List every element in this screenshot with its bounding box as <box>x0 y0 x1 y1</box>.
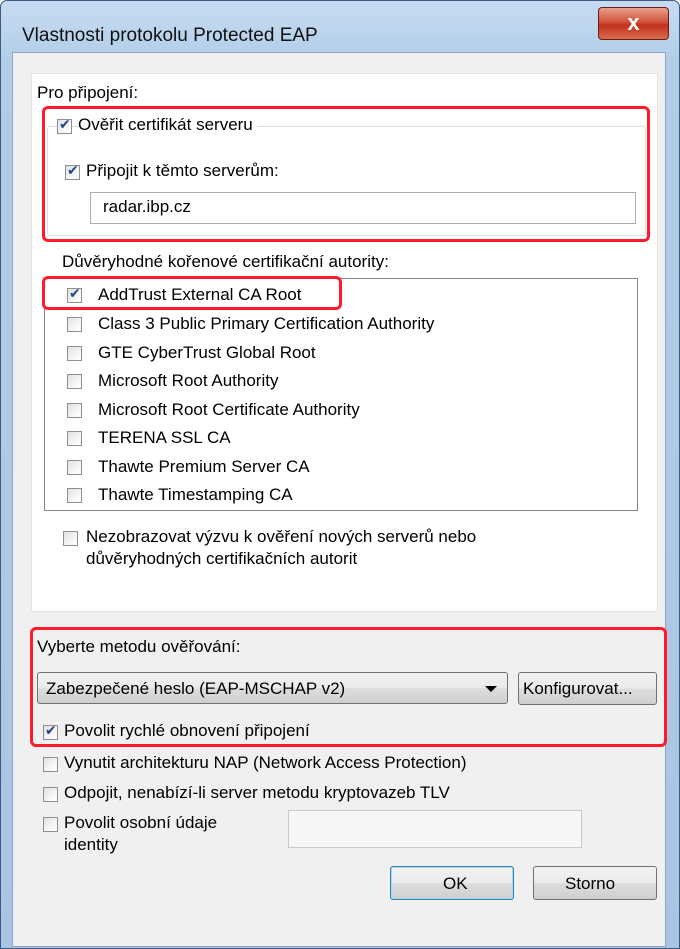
authority-checkbox[interactable] <box>67 317 82 332</box>
list-item[interactable]: GTE CyberTrust Global Root <box>45 339 637 367</box>
list-item[interactable]: Thawte Timestamping CA <box>45 481 637 509</box>
authority-checkbox[interactable] <box>67 488 82 503</box>
highlight-auth-method <box>30 627 667 747</box>
nap-checkbox[interactable] <box>43 757 58 772</box>
no-prompt-label-line2: důvěryhodných certifikačních autorit <box>86 549 358 568</box>
cancel-button[interactable]: Storno <box>533 866 657 900</box>
identity-privacy-checkbox[interactable] <box>43 817 58 832</box>
window-title: Vlastnosti protokolu Protected EAP <box>22 25 318 46</box>
authority-label: Thawte Premium Server CA <box>98 457 310 476</box>
close-button[interactable]: x <box>598 7 669 40</box>
identity-input[interactable] <box>288 810 582 848</box>
list-item[interactable]: Thawte Premium Server CA <box>45 453 637 481</box>
highlight-addtrust-root <box>42 276 342 310</box>
authority-checkbox[interactable] <box>67 431 82 446</box>
ok-button-label: OK <box>443 874 468 893</box>
no-prompt-label-line1: Nezobrazovat výzvu k ověření nových serv… <box>86 527 477 546</box>
authority-checkbox[interactable] <box>67 346 82 361</box>
authority-checkbox[interactable] <box>67 460 82 475</box>
identity-privacy-label-line2: identity <box>64 835 118 854</box>
close-icon: x <box>627 10 640 35</box>
no-prompt-checkbox[interactable] <box>63 531 78 546</box>
authority-label: Microsoft Root Certificate Authority <box>98 400 360 419</box>
disconnect-tlv-label: Odpojit, nenabízí-li server metodu krypt… <box>64 783 450 802</box>
authority-checkbox[interactable] <box>67 403 82 418</box>
trusted-authorities-label: Důvěryhodné kořenové certifikační autori… <box>62 252 389 271</box>
authority-label: Microsoft Root Authority <box>98 371 279 390</box>
authority-label: GTE CyberTrust Global Root <box>98 343 316 362</box>
authority-label: Class 3 Public Primary Certification Aut… <box>98 314 435 333</box>
ok-button[interactable]: OK <box>390 866 514 900</box>
list-item[interactable]: Microsoft Root Authority <box>45 367 637 395</box>
nap-label: Vynutit architekturu NAP (Network Access… <box>64 753 467 772</box>
disconnect-tlv-checkbox[interactable] <box>43 787 58 802</box>
authority-checkbox[interactable] <box>67 374 82 389</box>
cancel-button-label: Storno <box>565 874 616 893</box>
connection-group-label: Pro připojení: <box>37 83 139 102</box>
highlight-server-verification <box>42 106 650 242</box>
identity-privacy-label-line1: Povolit osobní údaje <box>64 813 218 832</box>
authority-label: Thawte Timestamping CA <box>98 485 293 504</box>
list-item[interactable]: TERENA SSL CA <box>45 424 637 452</box>
list-item[interactable]: Microsoft Root Certificate Authority <box>45 396 637 424</box>
list-item[interactable]: Class 3 Public Primary Certification Aut… <box>45 310 637 338</box>
authority-label: TERENA SSL CA <box>98 428 231 447</box>
trusted-authorities-list: AddTrust External CA Root Class 3 Public… <box>44 278 638 511</box>
